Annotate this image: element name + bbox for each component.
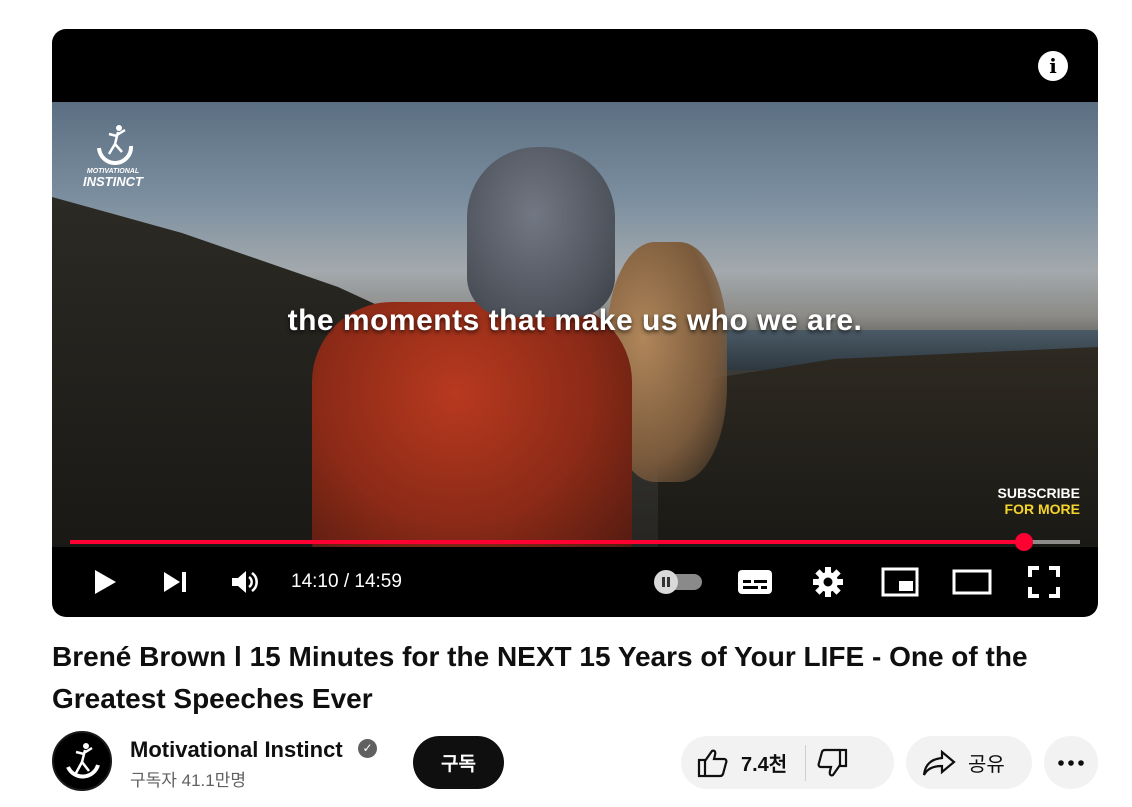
backpack-scenery bbox=[312, 302, 632, 547]
like-divider bbox=[805, 744, 807, 781]
like-dislike-group: 7.4천 bbox=[681, 736, 894, 789]
channel-name[interactable]: Motivational Instinct bbox=[130, 737, 343, 763]
subtitles-icon bbox=[738, 570, 772, 594]
channel-watermark: MOTIVATIONAL INSTINCT bbox=[78, 122, 148, 189]
next-icon bbox=[164, 572, 186, 592]
share-label: 공유 bbox=[968, 754, 1005, 776]
watermark-large-text: INSTINCT bbox=[83, 174, 143, 189]
subtitles-button[interactable] bbox=[737, 557, 773, 607]
fullscreen-icon bbox=[1028, 566, 1060, 598]
time-display: 14:10 / 14:59 bbox=[291, 571, 402, 592]
progress-bar[interactable] bbox=[70, 533, 1080, 551]
video-caption: the moments that make us who we are. bbox=[287, 304, 863, 337]
volume-button[interactable] bbox=[228, 557, 262, 607]
theater-mode-button[interactable] bbox=[952, 557, 992, 607]
subscribe-button[interactable]: 구독 bbox=[413, 736, 504, 789]
like-button[interactable]: 7.4천 bbox=[681, 748, 787, 778]
info-button[interactable]: i bbox=[1038, 51, 1068, 81]
next-button[interactable] bbox=[158, 557, 192, 607]
more-actions-button[interactable] bbox=[1044, 736, 1098, 789]
play-button[interactable] bbox=[88, 557, 122, 607]
volume-icon bbox=[232, 571, 258, 593]
video-player[interactable]: i MOTIVATIONAL INSTINCT the moments that… bbox=[52, 29, 1098, 617]
thumbs-up-icon bbox=[697, 749, 728, 777]
runner-logo-icon bbox=[97, 125, 134, 165]
play-icon bbox=[95, 570, 116, 594]
verified-check-icon: ✓ bbox=[358, 739, 377, 758]
beanie-scenery bbox=[467, 147, 615, 317]
autoplay-toggle-icon bbox=[654, 570, 702, 594]
thumbs-down-icon bbox=[817, 748, 848, 776]
miniplayer-button[interactable] bbox=[881, 557, 919, 607]
overlay-line-1: SUBSCRIBE bbox=[997, 485, 1080, 501]
progress-fill bbox=[70, 540, 1025, 544]
progress-scrubber[interactable] bbox=[1015, 533, 1034, 551]
like-count: 7.4천 bbox=[741, 754, 788, 776]
autoplay-toggle[interactable] bbox=[652, 557, 704, 607]
share-button[interactable]: 공유 bbox=[906, 736, 1032, 789]
settings-button[interactable] bbox=[811, 557, 845, 607]
channel-avatar[interactable] bbox=[52, 731, 112, 791]
miniplayer-icon bbox=[881, 567, 919, 597]
dislike-button[interactable] bbox=[816, 748, 848, 778]
settings-gear-icon bbox=[813, 567, 843, 597]
subscriber-count: 구독자 41.1만명 bbox=[130, 771, 247, 790]
share-icon bbox=[922, 749, 956, 776]
info-icon: i bbox=[1049, 54, 1057, 78]
more-icon bbox=[1058, 759, 1084, 766]
video-frame[interactable]: MOTIVATIONAL INSTINCT the moments that m… bbox=[52, 102, 1098, 547]
subscribe-for-more-overlay: SUBSCRIBE FOR MORE bbox=[998, 485, 1080, 517]
player-controls: 14:10 / 14:59 bbox=[52, 557, 1098, 607]
fullscreen-button[interactable] bbox=[1027, 557, 1061, 607]
runner-logo-icon bbox=[66, 743, 100, 779]
video-title: Brené Brown l 15 Minutes for the NEXT 15… bbox=[52, 641, 1028, 714]
overlay-line-2: FOR MORE bbox=[1004, 501, 1080, 517]
theater-mode-icon bbox=[952, 569, 992, 595]
